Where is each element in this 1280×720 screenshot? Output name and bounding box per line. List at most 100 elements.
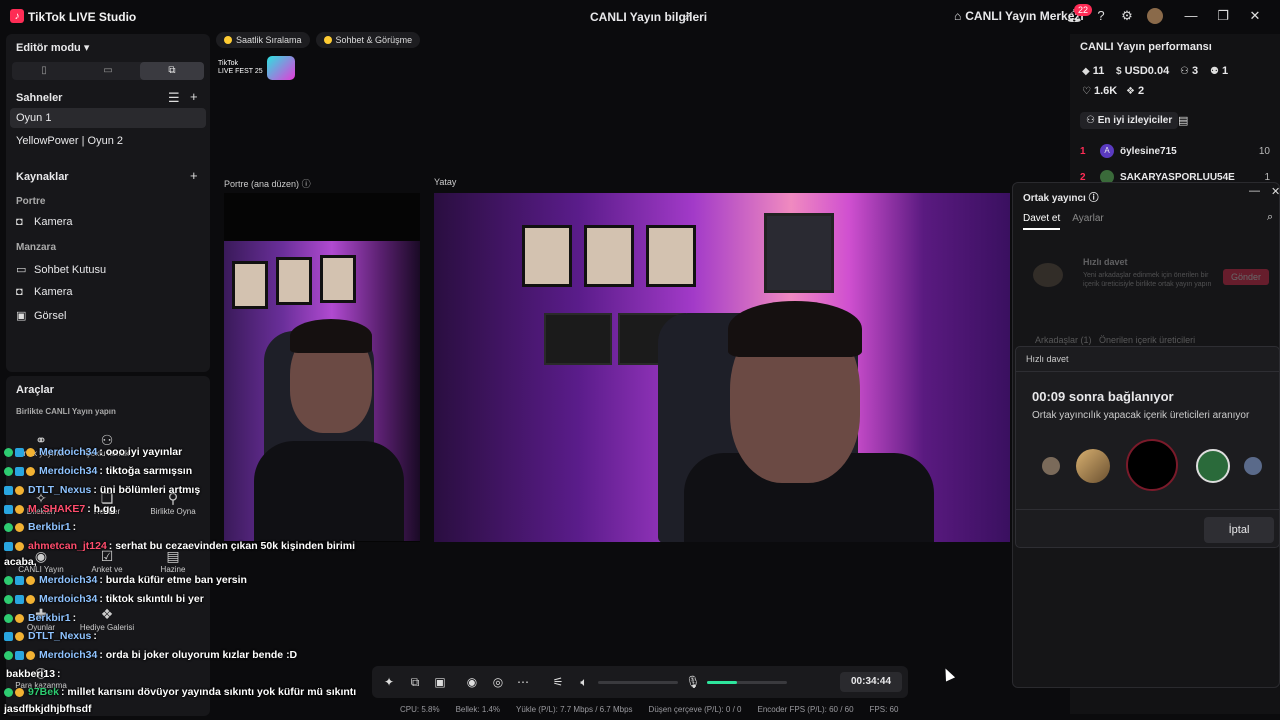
landscape-label: Yatay [434,177,457,187]
effects-icon[interactable]: ◎ [490,674,506,690]
diamonds-stat: ◆ 11 [1082,65,1105,77]
friends-tabs[interactable]: Arkadaşlar (1) Önerilen içerik üreticile… [1035,335,1195,345]
portrait-layout-icon[interactable]: ▯ [12,62,76,80]
coin-icon [224,36,232,44]
help-icon: ⓘ [1088,193,1099,204]
modal-subtitle: Ortak yayıncılık yapacak içerik üreticil… [1032,410,1250,421]
encoder-fps-status: Encoder FPS (P/L): 60 / 60 [757,705,854,714]
source-item[interactable]: ▭ Sohbet Kutusu [16,263,106,277]
help-icon[interactable]: ? [1093,8,1109,24]
group-landscape: Manzara [16,242,57,253]
close-icon[interactable]: ✕ [1246,7,1264,25]
widget-pills: Saatlik Sıralama Sohbet & Görüşme [216,32,421,48]
gift-icon: ❖ [1126,85,1135,97]
source-item[interactable]: ▣ Görsel [16,309,66,323]
tab-invite[interactable]: Davet et [1023,213,1061,230]
dual-layout-icon[interactable]: ⧉ [140,62,204,80]
tiktok-logo-icon: ♪ [10,9,24,23]
live-center-button[interactable]: ⌂ CANLI Yayın Merkezi [954,9,1084,23]
record-icon[interactable]: ◉ [464,674,480,690]
mouse-cursor [940,666,956,682]
chat-message: 97Bek: millet karısını dövüyor yayında s… [4,686,356,698]
group-portrait: Portre [16,196,46,207]
viewers-stat: ⚇ 3 [1180,65,1199,77]
camera-feed-image [224,241,420,541]
people-icon: ⚇ [1180,65,1189,77]
search-icon[interactable]: ⌕ [1267,211,1273,224]
avatar[interactable] [1147,8,1163,24]
gift-gallery-tool-button[interactable]: ❖ Hediye Galerisi [78,600,136,652]
avatar [1196,449,1230,483]
maximize-icon[interactable]: ❐ [1214,7,1232,25]
speaker-icon[interactable]: 🔈︎ [576,674,592,690]
dollar-icon: $ [1116,65,1122,77]
gifts-stat: ❖ 2 [1126,85,1145,97]
list-icon[interactable]: ☰ [168,90,180,106]
layout-icon[interactable]: ⧉ [407,674,423,690]
gear-icon[interactable]: ⚙ [1119,8,1135,24]
avatar: A [1100,144,1114,158]
volume-slider[interactable] [598,681,678,684]
chat-message: ahmetcan_jt124: serhat bu cezaevinden çı… [4,540,355,552]
more-icon[interactable]: ⋯ [515,674,531,690]
chat-message: DTLT_Nexus: [4,630,97,642]
scene-item[interactable]: YellowPower | Oyun 2 [10,131,206,151]
tab-settings[interactable]: Ayarlar [1072,213,1104,230]
notification-badge: 22 [1074,4,1093,16]
heart-icon: ♡ [1082,85,1091,97]
screen-icon[interactable]: ▣ [432,674,448,690]
followers-stat: ⚉ 1 [1210,65,1229,77]
avatar [1244,457,1262,475]
status-bar: CPU: 5.8% Bellek: 1.4% Yükle (P/L): 7.7 … [400,705,898,714]
top-viewers-button[interactable]: ⚇ En iyi izleyiciler [1080,112,1179,129]
avatar [1126,439,1178,491]
source-item[interactable]: ◘ Kamera [16,216,73,228]
settings-sliders-icon[interactable]: ⚟ [550,674,566,690]
add-source-icon[interactable]: + [190,168,198,183]
minimize-icon[interactable]: — [1249,185,1260,197]
microphone-icon[interactable]: 🎙︎ [685,674,701,690]
cohost-title: Ortak yayıncı ⓘ [1023,193,1099,204]
avatar [1076,449,1110,483]
ranking-row[interactable]: 1 A öylesine715 10 [1080,144,1270,158]
control-bar: ✦ ⧉ ▣ ◉ ◎ ⋯ ⚟ 🔈︎ 🎙︎ 00:34:44 [372,666,908,698]
live-fest-banner[interactable]: TikTok LIVE FEST 25 [218,55,310,81]
add-scene-icon[interactable]: + [190,89,198,104]
follow-icon: ⚉ [1210,65,1219,77]
cancel-button[interactable]: İptal [1204,517,1274,543]
chat-meeting-pill[interactable]: Sohbet & Görüşme [315,32,421,48]
share-icon[interactable]: ⇗ [682,9,696,23]
fest-badge-icon [266,56,295,80]
portrait-preview[interactable] [224,193,420,542]
gift-icon: ❖ [100,606,114,622]
title-bar: ♪ TikTok LIVE Studio CANLI Yayın bilgile… [0,0,1280,32]
hourly-ranking-pill[interactable]: Saatlik Sıralama [216,32,310,48]
scene-item[interactable]: Oyun 1 [10,108,206,128]
editor-mode-dropdown[interactable]: Editör modu ▾ [16,41,89,54]
earnings-stat: $ USD0.04 [1116,65,1170,77]
mic-slider[interactable] [707,681,787,684]
minimize-icon[interactable]: — [1182,7,1200,25]
coin-icon [323,36,332,44]
send-button[interactable]: Gönder [1223,269,1270,285]
chat-box-icon: ▭ [16,264,27,276]
chat-message: Merdoich34: ooo iyi yayınlar [4,446,182,458]
chat-message: Merdoich34: orda bi joker oluyorum kızla… [4,649,297,661]
fest-text: TikTok LIVE FEST 25 [218,60,263,75]
magic-wand-icon[interactable]: ✦ [381,674,397,690]
games-tool-button[interactable]: ✚ Oyunlar [12,600,70,652]
landscape-preview[interactable] [434,193,1010,542]
source-item[interactable]: ◘ Kamera [16,286,73,298]
report-icon[interactable]: ▤ [1178,114,1188,127]
fps-status: FPS: 60 [869,705,899,714]
close-icon[interactable]: ✕ [1271,185,1280,198]
chat-message: M_SHAKE7: h.gg [4,503,116,515]
sources-title: Kaynaklar [16,171,69,183]
image-icon: ▣ [16,310,27,322]
chat-message: acaba, [4,556,37,568]
cpu-status: CPU: 5.8% [400,705,440,714]
landscape-layout-icon[interactable]: ▭ [76,62,140,80]
user-icon: ⚇ [1086,115,1095,126]
chat-message: Merdoich34: tiktok sıkıntılı bi yer [4,593,204,605]
connect-countdown: 00:09 sonra bağlanıyor [1032,389,1174,404]
